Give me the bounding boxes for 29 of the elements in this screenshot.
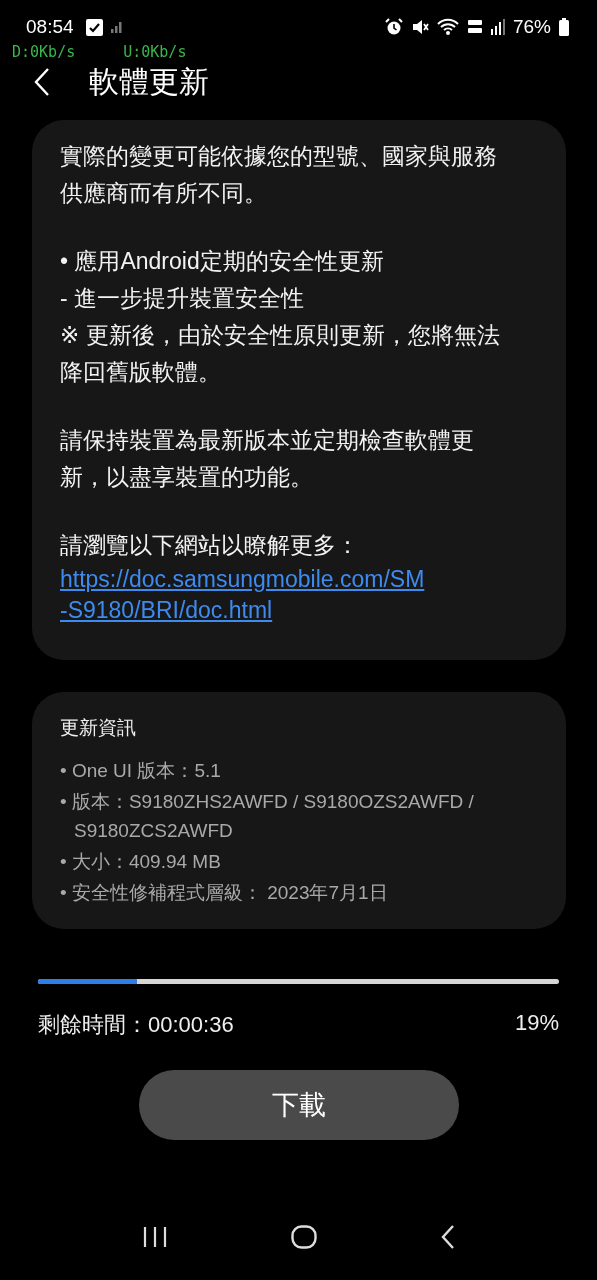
info-item: • One UI 版本：5.1 [60, 759, 222, 783]
doc-link[interactable]: https://doc.samsungmobile.com/SM -S9180/BRI/doc.html [60, 564, 538, 626]
checkbox-icon [85, 18, 103, 36]
status-time: 08:54 [26, 16, 74, 38]
notes-paragraph: 請瀏覽以下網站以瞭解更多： [60, 531, 360, 560]
home-icon[interactable] [290, 1225, 317, 1249]
battery-icon [559, 18, 569, 36]
battery-percent: 76% [512, 16, 551, 38]
recent-apps-icon[interactable] [141, 1226, 168, 1248]
back-icon[interactable] [33, 67, 51, 97]
signal-icon [490, 19, 505, 35]
progress-percent: 19% [514, 1010, 559, 1037]
info-item: • 大小：409.94 MB [60, 850, 222, 874]
info-item: • 安全性修補程式層級： 2023年7月1日 [60, 881, 389, 905]
upload-speed: U:0Kb/s [123, 42, 187, 62]
notes-paragraph: 請保持裝置為最新版本並定期檢查軟體更 新，以盡享裝置的功能。 [60, 426, 475, 492]
alarm-icon [384, 18, 403, 36]
download-speed: D:0Kb/s [12, 42, 76, 62]
page-title: 軟體更新 [89, 63, 209, 100]
info-title: 更新資訊 [60, 716, 137, 740]
notes-paragraph: 實際的變更可能依據您的型號、國家與服務 供應商而有所不同。 [60, 142, 498, 208]
wifi-icon [436, 18, 459, 36]
remaining-time: 剩餘時間：00:00:36 [38, 1011, 234, 1039]
signal-icon [110, 21, 123, 33]
mute-icon [410, 18, 429, 36]
back-icon[interactable] [439, 1224, 456, 1250]
notes-paragraph: • 應用Android定期的安全性更新 - 進一步提升裝置安全性 ※ 更新後，由於安全性原則更新，您將無法 降回舊版軟體。 [60, 247, 501, 387]
info-item: • 版本：S9180ZHS2AWFD / S9180OZS2AWFD / S9180ZCS2AWFD [60, 790, 475, 843]
download-button[interactable]: 下載 [138, 1070, 459, 1140]
